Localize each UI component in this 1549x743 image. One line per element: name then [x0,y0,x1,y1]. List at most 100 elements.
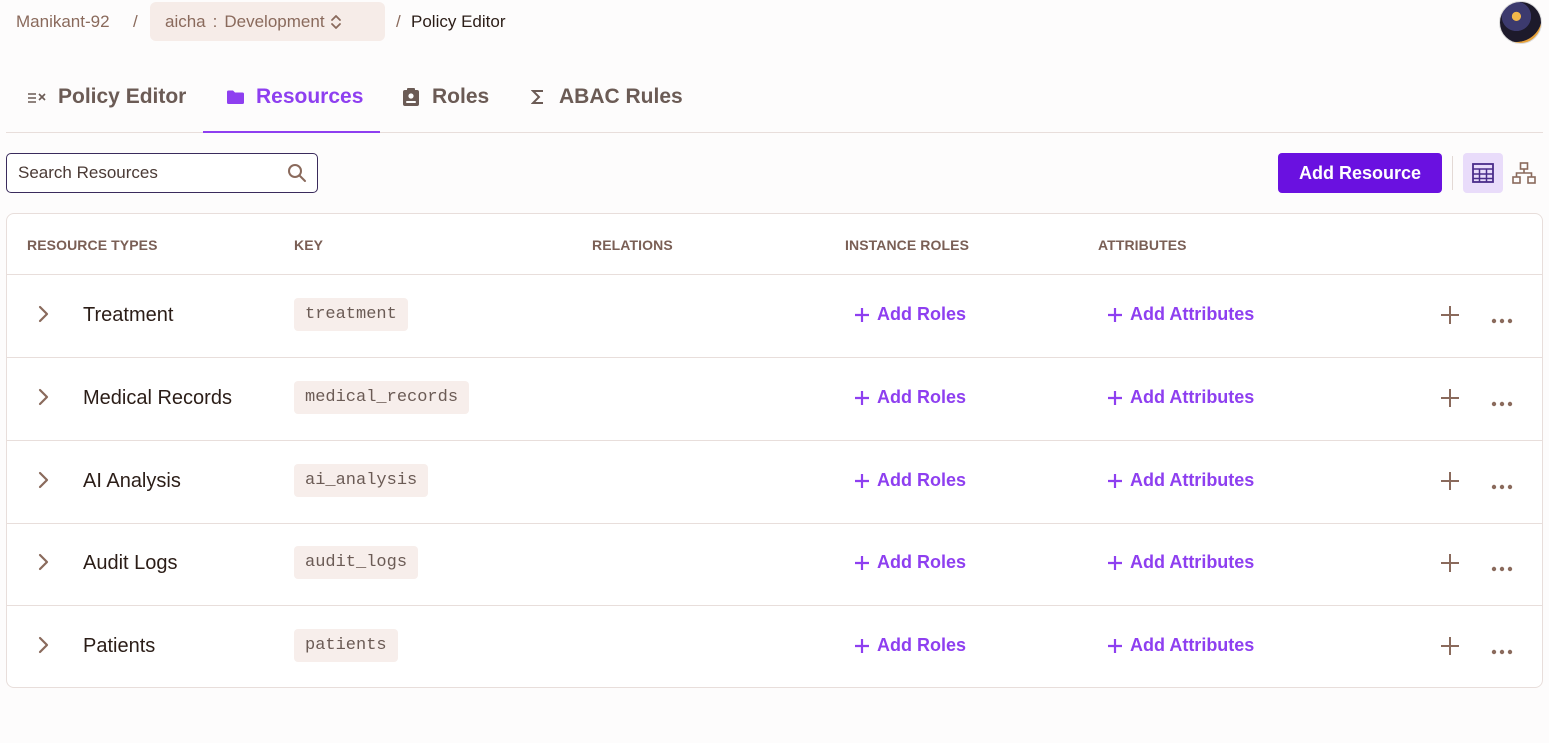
add-attributes-label: Add Attributes [1130,635,1255,655]
resource-key: patients [294,629,398,662]
add-roles-label: Add Roles [877,304,967,324]
add-attributes-label: Add Attributes [1130,552,1255,572]
policy-icon [26,86,48,108]
expand-chevron-icon[interactable] [35,304,51,329]
toolbar-divider [1452,156,1453,190]
more-options-icon[interactable] [1491,559,1513,577]
expand-chevron-icon[interactable] [35,387,51,412]
plus-icon [855,307,869,322]
add-attributes-label: Add Attributes [1130,387,1255,407]
add-plus-icon[interactable] [1440,305,1460,330]
resource-key: audit_logs [294,546,419,579]
tab-label: Policy Editor [58,85,187,108]
add-roles-button[interactable]: Add Roles [854,470,966,491]
table-row: AI Analysis ai_analysis Add Roles Add At… [7,441,1542,524]
breadcrumb-separator: / [396,12,401,31]
table-row: Medical Records medical_records Add Role… [7,358,1542,441]
table-view-toggle[interactable] [1463,153,1503,193]
tab-label: Roles [432,85,490,108]
tab-resources[interactable]: Resources [203,62,380,133]
add-attributes-button[interactable]: Add Attributes [1107,470,1254,491]
breadcrumb-separator: / [133,12,138,31]
tab-label: ABAC Rules [559,85,683,108]
project-env-separator: : [212,11,218,31]
hierarchy-icon [1512,162,1536,184]
add-plus-icon[interactable] [1440,636,1460,661]
add-roles-button[interactable]: Add Roles [854,552,966,573]
table-row: Audit Logs audit_logs Add Roles Add Attr… [7,523,1542,606]
resources-table: RESOURCE TYPES KEY RELATIONS INSTANCE RO… [6,213,1543,688]
resource-name: AI Analysis [83,470,181,492]
plus-icon [855,473,869,488]
plus-icon [855,638,869,653]
tab-policy-editor[interactable]: Policy Editor [26,62,186,132]
folder-icon [224,86,246,108]
policy-tabs: Policy Editor Resources Roles ABAC Rules [6,62,1543,133]
breadcrumb-current-page: Policy Editor [411,12,506,31]
plus-icon [855,555,869,570]
add-plus-icon[interactable] [1440,471,1460,496]
column-header-attributes: ATTRIBUTES [1098,237,1187,253]
search-box [6,153,318,193]
search-input[interactable] [7,154,277,191]
table-grid-icon [1472,163,1494,183]
add-roles-button[interactable]: Add Roles [854,387,966,408]
add-roles-label: Add Roles [877,635,967,655]
resource-key: treatment [294,298,408,331]
column-header-key: KEY [294,237,324,253]
search-icon[interactable] [287,163,307,188]
add-attributes-button[interactable]: Add Attributes [1107,304,1254,325]
resource-name: Medical Records [83,387,232,409]
add-attributes-button[interactable]: Add Attributes [1107,387,1254,408]
resource-key: ai_analysis [294,464,429,497]
table-header: RESOURCE TYPES KEY RELATIONS INSTANCE RO… [7,214,1542,275]
user-avatar[interactable] [1499,1,1542,44]
add-resource-button[interactable]: Add Resource [1278,153,1442,193]
add-attributes-label: Add Attributes [1130,470,1255,490]
add-attributes-button[interactable]: Add Attributes [1107,552,1254,573]
add-attributes-button[interactable]: Add Attributes [1107,635,1254,656]
add-attributes-label: Add Attributes [1130,304,1255,324]
tab-abac-rules[interactable]: ABAC Rules [527,62,683,132]
resource-key: medical_records [294,381,470,414]
more-options-icon[interactable] [1491,311,1513,329]
tab-label: Resources [256,85,364,108]
plus-icon [1108,307,1122,322]
breadcrumb-org[interactable]: Manikant-92 [16,12,110,32]
plus-icon [1108,473,1122,488]
sigma-icon [527,86,549,108]
project-environment-switcher[interactable]: aicha : Development [150,2,385,41]
expand-chevron-icon[interactable] [35,635,51,660]
expand-chevron-icon[interactable] [35,552,51,577]
top-bar: Manikant-92 / aicha : Development / Poli… [0,0,1549,44]
plus-icon [1108,390,1122,405]
table-row: Patients patients Add Roles Add Attribut… [7,606,1542,687]
column-header-resource-types: RESOURCE TYPES [27,237,158,253]
add-plus-icon[interactable] [1440,388,1460,413]
more-options-icon[interactable] [1491,477,1513,495]
tab-roles[interactable]: Roles [400,62,489,132]
resource-name: Treatment [83,304,174,326]
environment-name: Development [224,11,325,31]
add-roles-label: Add Roles [877,387,967,407]
id-badge-icon [400,86,422,108]
plus-icon [1108,638,1122,653]
expand-chevron-icon[interactable] [35,470,51,495]
add-roles-button[interactable]: Add Roles [854,304,966,325]
column-header-relations: RELATIONS [592,237,673,253]
more-options-icon[interactable] [1491,394,1513,412]
add-plus-icon[interactable] [1440,553,1460,578]
project-name: aicha [165,11,206,31]
add-roles-button[interactable]: Add Roles [854,635,966,656]
add-roles-label: Add Roles [877,470,967,490]
resource-name: Audit Logs [83,552,178,574]
add-roles-label: Add Roles [877,552,967,572]
graph-view-toggle[interactable] [1506,153,1542,193]
chevron-up-down-icon [330,14,341,29]
more-options-icon[interactable] [1491,642,1513,660]
column-header-instance-roles: INSTANCE ROLES [845,237,970,253]
table-row: Treatment treatment Add Roles Add Attrib… [7,275,1542,358]
resource-name: Patients [83,635,156,657]
plus-icon [1108,555,1122,570]
plus-icon [855,390,869,405]
